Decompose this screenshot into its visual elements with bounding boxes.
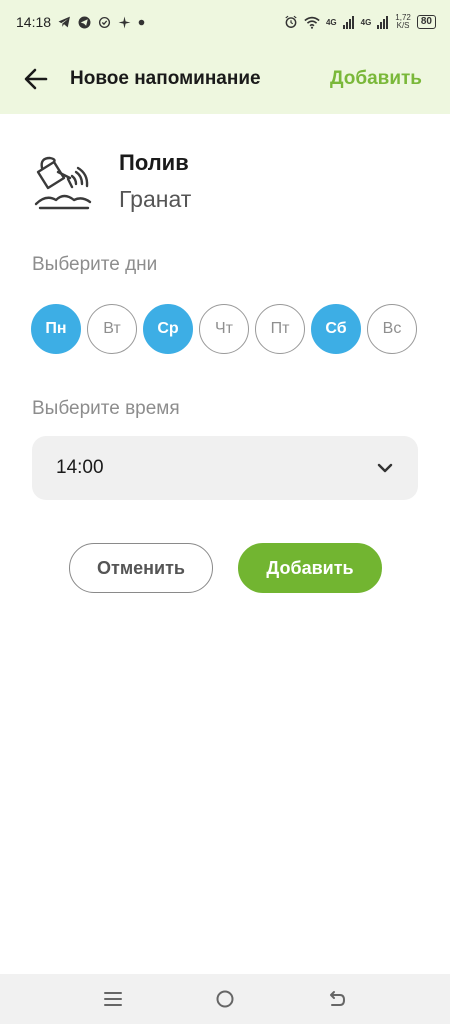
day-thu[interactable]: Чт xyxy=(199,304,249,354)
back-nav-button[interactable] xyxy=(324,986,350,1012)
time-value: 14:00 xyxy=(56,457,104,478)
day-fri[interactable]: Пт xyxy=(255,304,305,354)
status-right: 4G 4G 1,72 K/S 80 xyxy=(284,14,436,30)
network-type-1: 4G xyxy=(325,17,337,27)
chevron-down-icon xyxy=(377,463,393,473)
page-title: Новое напоминание xyxy=(70,68,261,89)
cancel-button[interactable]: Отменить xyxy=(69,543,213,593)
task-name: Полив xyxy=(119,150,189,175)
back-button[interactable] xyxy=(22,65,50,93)
menu-nav-button[interactable] xyxy=(100,986,126,1012)
telegram-icon xyxy=(58,16,70,28)
day-sat[interactable]: Сб xyxy=(311,304,361,354)
watering-can-icon xyxy=(34,156,92,210)
home-nav-button[interactable] xyxy=(212,986,238,1012)
add-button[interactable]: Добавить xyxy=(238,543,382,593)
alarm-icon xyxy=(285,15,297,28)
sync-icon xyxy=(98,16,111,28)
status-left: 14:18 xyxy=(16,14,145,30)
day-wed[interactable]: Ср xyxy=(143,304,193,354)
system-nav-bar xyxy=(0,974,450,1024)
time-label: Выберите время xyxy=(32,398,180,419)
action-buttons: Отменить Добавить xyxy=(69,543,382,593)
arrow-left-icon xyxy=(24,68,48,90)
plant-name: Гранат xyxy=(119,186,192,212)
speed-unit: K/S xyxy=(396,21,410,30)
status-bar: 14:18 4G 4G 1,72 K/S 80 xyxy=(0,0,450,44)
status-time: 14:18 xyxy=(16,14,52,30)
network-speed: 1,72 K/S xyxy=(395,14,411,30)
battery-icon: 80 xyxy=(416,15,436,29)
day-mon[interactable]: Пн xyxy=(31,304,81,354)
days-selector: Пн Вт Ср Чт Пт Сб Вс xyxy=(31,304,417,354)
telegram-icon xyxy=(78,16,91,28)
network-type-2: 4G xyxy=(360,17,372,27)
day-sun[interactable]: Вс xyxy=(367,304,417,354)
wifi-icon xyxy=(304,16,320,29)
sparkle-icon xyxy=(118,16,131,28)
reminder-texts: Полив Гранат xyxy=(119,146,191,213)
dot-icon xyxy=(138,19,145,25)
time-dropdown[interactable]: 14:00 xyxy=(32,436,418,500)
screen: 14:18 4G 4G 1,72 K/S 80 Новое напоминани… xyxy=(0,0,450,1024)
day-tue[interactable]: Вт xyxy=(87,304,137,354)
signal-icon xyxy=(342,15,354,29)
reminder-header: Полив Гранат xyxy=(32,146,191,216)
menu-icon xyxy=(104,992,122,1006)
signal-icon xyxy=(377,15,389,29)
back-icon xyxy=(330,991,346,1006)
app-bar: Новое напоминание Добавить xyxy=(0,44,450,114)
days-label: Выберите дни xyxy=(32,254,158,275)
add-action-button[interactable]: Добавить xyxy=(330,68,422,90)
home-icon xyxy=(216,990,234,1008)
